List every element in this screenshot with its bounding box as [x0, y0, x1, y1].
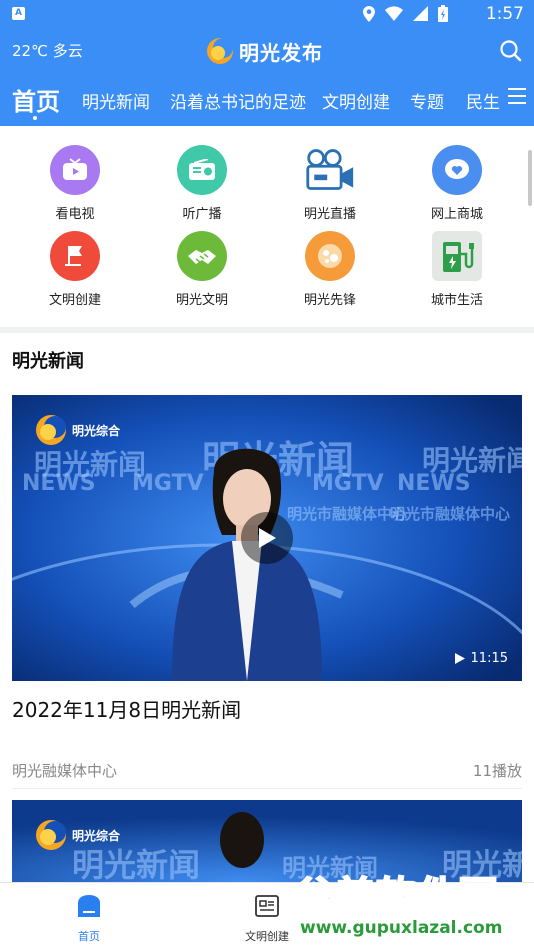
status-bar: A 1:57: [0, 0, 534, 30]
play-button[interactable]: [241, 512, 293, 564]
search-icon[interactable]: [500, 40, 522, 62]
watermark-brand: 谷普软件园: [293, 873, 499, 921]
tab-mingguang-news[interactable]: 明光新闻: [82, 88, 150, 113]
shortcut-label: 网上商城: [430, 207, 483, 222]
tab-special[interactable]: 专题: [410, 88, 444, 113]
watermark: 谷普软件园 www.gupuxlazal.com: [290, 864, 534, 950]
channel-badge-2: 明光综合: [34, 818, 120, 852]
scrollbar[interactable]: [528, 150, 532, 206]
radio-icon: [177, 145, 227, 195]
channel-name: 明光综合: [72, 828, 121, 843]
nav-home[interactable]: 首页: [49, 893, 129, 944]
wifi-icon: [385, 6, 403, 21]
flag-icon: [50, 231, 100, 281]
app-brand: 明光发布: [205, 36, 323, 66]
app-logo-icon: [207, 38, 233, 64]
channel-tabs: 首页 明光新闻 沿着总书记的足迹 文明创建 专题 民生: [0, 74, 534, 126]
handshake-icon: [177, 231, 227, 281]
menu-icon[interactable]: [508, 88, 526, 106]
shortcut-label: 明光文明: [175, 293, 228, 308]
news-play-count: 11播放: [472, 762, 522, 780]
shortcut-label: 明光先锋: [303, 293, 356, 308]
shortcut-city-life[interactable]: 城市生活: [402, 231, 512, 308]
shortcut-label: 看电视: [55, 207, 95, 222]
shortcut-watch-tv[interactable]: 看电视: [20, 145, 130, 222]
status-time: 1:57: [485, 4, 524, 24]
status-icons: [363, 5, 448, 22]
tab-home[interactable]: 首页: [12, 82, 60, 117]
shortcut-grid: 看电视 听广播 明光直播 网上商城 文明创建 明光文明 明光先锋 城市生活: [0, 140, 534, 320]
shortcut-label: 明光直播: [303, 207, 356, 222]
news-title[interactable]: 2022年11月8日明光新闻: [12, 694, 241, 723]
section-divider: [0, 327, 534, 333]
shop-icon: [432, 145, 482, 195]
list-divider: [12, 788, 522, 789]
video-duration: 11:15: [454, 651, 508, 666]
camera-icon: [305, 145, 355, 195]
watermark-url: www.gupuxlazal.com: [300, 918, 503, 938]
shortcut-pioneer[interactable]: 明光先锋: [275, 231, 385, 308]
battery-icon: [438, 5, 448, 22]
news-source: 明光融媒体中心: [12, 762, 118, 780]
tab-livelihood[interactable]: 民生: [466, 88, 500, 113]
pioneer-icon: [305, 231, 355, 281]
app-title: 明光发布: [239, 40, 323, 65]
play-small-icon: [454, 653, 465, 664]
shortcut-civilization[interactable]: 文明创建: [20, 231, 130, 308]
nav-home-label: 首页: [78, 930, 100, 943]
news-list-icon: [255, 895, 279, 917]
shortcut-label: 城市生活: [430, 293, 483, 308]
shortcut-label: 文明创建: [48, 293, 101, 308]
channel-name: 明光综合: [72, 423, 121, 438]
home-icon: [78, 895, 100, 917]
video-bg-news: NEWS: [22, 471, 96, 496]
weather-text: 22℃ 多云: [12, 42, 83, 60]
video-thumbnail[interactable]: 明光新闻 明光新闻 明光新闻 NEWS MGTV MGTV NEWS 明光市融媒…: [12, 395, 522, 681]
tab-civilization[interactable]: 文明创建: [322, 88, 390, 113]
section-title: 明光新闻: [12, 351, 84, 372]
news-anchor: [172, 448, 322, 681]
app-header: A 1:57 22℃ 多云 明光发布 首页 明光新闻 沿着总书记的足迹 文明创建…: [0, 0, 534, 126]
play-icon: [259, 528, 276, 548]
charging-icon: [432, 231, 482, 281]
shortcut-mg-civilization[interactable]: 明光文明: [147, 231, 257, 308]
active-tab-indicator: [33, 116, 37, 120]
signal-icon: [413, 6, 428, 21]
channel-badge: 明光综合: [34, 413, 120, 447]
title-bar: 22℃ 多云 明光发布: [0, 30, 534, 74]
location-icon: [363, 5, 375, 22]
video-bg-center-2: 明光市融媒体中心: [390, 505, 511, 523]
video-bg-news-2: NEWS: [397, 471, 471, 496]
shortcut-shop[interactable]: 网上商城: [402, 145, 512, 222]
shortcut-radio[interactable]: 听广播: [147, 145, 257, 222]
channel-logo-icon: [36, 415, 66, 445]
channel-logo-icon: [36, 820, 66, 850]
tv-icon: [50, 145, 100, 195]
shortcut-label: 听广播: [182, 207, 222, 222]
shortcut-live[interactable]: 明光直播: [275, 145, 385, 222]
tab-footsteps[interactable]: 沿着总书记的足迹: [170, 88, 306, 113]
duration-text: 11:15: [470, 651, 508, 666]
notification-icon: A: [12, 7, 25, 20]
